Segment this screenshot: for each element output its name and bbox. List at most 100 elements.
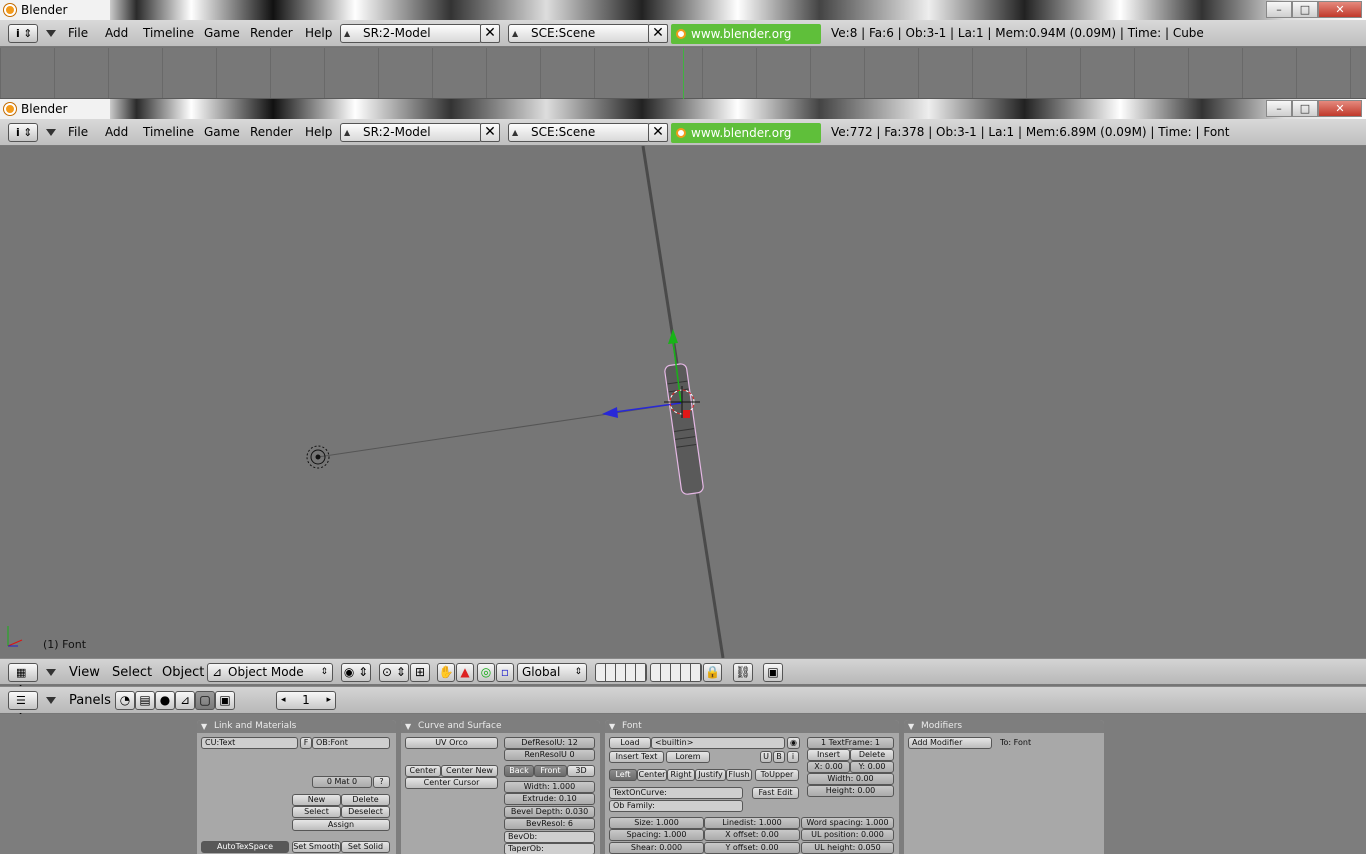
menu-render[interactable]: Render — [250, 20, 293, 47]
scene-context-icon[interactable]: ▣ — [215, 691, 235, 710]
bold-toggle[interactable]: B — [773, 751, 785, 763]
collapse-menu-icon[interactable] — [46, 129, 56, 136]
material-help-button[interactable]: ? — [373, 776, 390, 788]
website-link[interactable]: www.blender.org 249.2 — [671, 24, 821, 61]
panels-menu[interactable]: Panels — [69, 687, 111, 714]
screen-selector[interactable]: ▲ SR:2-Model — [340, 123, 482, 142]
scene-selector[interactable]: ▲ SCE:Scene — [508, 24, 650, 43]
textoncurve-field[interactable]: TextOnCurve: — [609, 787, 743, 799]
frame-x-field[interactable]: X: 0.00 — [807, 761, 850, 773]
menu-file[interactable]: File — [68, 119, 88, 146]
align-right-toggle[interactable]: Right — [667, 769, 695, 781]
italic-toggle[interactable]: i — [787, 751, 799, 763]
collapse-menu-icon[interactable] — [46, 697, 56, 704]
bevel-depth-field[interactable]: Bevel Depth: 0.030 — [504, 806, 595, 818]
panel-header[interactable]: Curve and Surface — [401, 720, 600, 733]
word-spacing-field[interactable]: Word spacing: 1.000 — [801, 817, 894, 829]
render-icon[interactable]: ▣ — [763, 663, 783, 682]
extrude-field[interactable]: Extrude: 0.10 — [504, 793, 595, 805]
menu-object[interactable]: Object — [162, 659, 204, 686]
delete-material-button[interactable]: Delete — [341, 794, 390, 806]
object-name-field[interactable]: OB:Font — [312, 737, 390, 749]
align-flush-toggle[interactable]: Flush — [726, 769, 752, 781]
load-font-button[interactable]: Load — [609, 737, 651, 749]
new-material-button[interactable]: New — [292, 794, 341, 806]
toupper-button[interactable]: ToUpper — [755, 769, 799, 781]
ob-family-field[interactable]: Ob Family: — [609, 800, 743, 812]
editor-type-button[interactable]: ▦ ⇕ — [8, 663, 38, 696]
draw-type-selector[interactable]: ◉ ⇕ — [341, 663, 371, 682]
delete-scene-button[interactable]: ✕ — [648, 24, 668, 43]
textframe-field[interactable]: 1 TextFrame: 1 — [807, 737, 894, 749]
x-offset-field[interactable]: X offset: 0.00 — [704, 829, 800, 841]
editing-context-icon[interactable]: ▢ — [195, 691, 215, 710]
layer-buttons-1[interactable] — [595, 663, 647, 682]
object-context-icon[interactable]: ⊿ — [175, 691, 195, 710]
renresolu-field[interactable]: RenResolU 0 — [504, 749, 595, 761]
align-left-toggle[interactable]: Left — [609, 769, 637, 781]
align-justify-toggle[interactable]: Justify — [695, 769, 726, 781]
logic-context-icon[interactable]: ◔ — [115, 691, 135, 710]
underline-toggle[interactable]: U — [760, 751, 772, 763]
font-browse-icon[interactable]: ◉ — [787, 737, 800, 749]
defresolu-field[interactable]: DefResolU: 12 — [504, 737, 595, 749]
menu-add[interactable]: Add — [105, 119, 128, 146]
minimize-button[interactable]: – — [1266, 100, 1292, 117]
layer-buttons-2[interactable] — [650, 663, 702, 682]
set-solid-button[interactable]: Set Solid — [341, 841, 390, 853]
set-smooth-button[interactable]: Set Smooth — [292, 841, 341, 853]
ul-height-field[interactable]: UL height: 0.050 — [801, 842, 894, 854]
select-material-button[interactable]: Select — [292, 806, 341, 818]
editor-type-button[interactable]: ☰ ⇕ — [8, 691, 38, 724]
menu-game[interactable]: Game — [204, 20, 240, 47]
collapse-menu-icon[interactable] — [46, 30, 56, 37]
scale-manipulator-icon[interactable]: ▫ — [496, 663, 514, 682]
panel-header[interactable]: Modifiers — [904, 720, 1104, 733]
bevresol-field[interactable]: BevResol: 6 — [504, 818, 595, 830]
timeline-area[interactable] — [0, 48, 1366, 99]
layer-lock-icon[interactable]: ⊞ — [410, 663, 430, 682]
editor-type-button[interactable]: i ⇕ — [8, 24, 38, 43]
insert-text-button[interactable]: Insert Text — [609, 751, 664, 763]
orientation-selector[interactable]: Global ⇕ — [517, 663, 587, 682]
delete-screen-button[interactable]: ✕ — [480, 24, 500, 43]
deselect-material-button[interactable]: Deselect — [341, 806, 390, 818]
back-toggle[interactable]: Back — [504, 765, 534, 777]
size-field[interactable]: Size: 1.000 — [609, 817, 704, 829]
autotexspace-toggle[interactable]: AutoTexSpace — [201, 841, 289, 853]
minimize-button[interactable]: – — [1266, 1, 1292, 18]
script-context-icon[interactable]: ▤ — [135, 691, 155, 710]
shading-context-icon[interactable]: ● — [155, 691, 175, 710]
link-icon[interactable]: ⛓ — [733, 663, 753, 682]
close-button[interactable]: ✕ — [1318, 1, 1362, 18]
delete-screen-button[interactable]: ✕ — [480, 123, 500, 142]
frame-width-field[interactable]: Width: 0.00 — [807, 773, 894, 785]
shear-field[interactable]: Shear: 0.000 — [609, 842, 704, 854]
website-link[interactable]: www.blender.org 249.2 — [671, 123, 821, 160]
panel-header[interactable]: Font — [605, 720, 899, 733]
fast-edit-toggle[interactable]: Fast Edit — [752, 787, 799, 799]
menu-game[interactable]: Game — [204, 119, 240, 146]
ul-position-field[interactable]: UL position: 0.000 — [801, 829, 894, 841]
menu-help[interactable]: Help — [305, 20, 332, 47]
collapse-menu-icon[interactable] — [46, 669, 56, 676]
font-selector[interactable]: <builtin> — [651, 737, 785, 749]
width-field[interactable]: Width: 1.000 — [504, 781, 595, 793]
3d-viewport[interactable]: (1) Font — [0, 146, 1366, 658]
spacing-field[interactable]: Spacing: 1.000 — [609, 829, 704, 841]
taperob-field[interactable]: TaperOb: — [504, 843, 595, 854]
panel-header[interactable]: Link and Materials — [197, 720, 396, 733]
pivot-selector[interactable]: ⊙ ⇕ — [379, 663, 409, 682]
add-modifier-button[interactable]: Add Modifier — [908, 737, 992, 749]
front-toggle[interactable]: Front — [534, 765, 567, 777]
uv-orco-button[interactable]: UV Orco — [405, 737, 498, 749]
assign-material-button[interactable]: Assign — [292, 819, 390, 831]
3d-toggle[interactable]: 3D — [567, 765, 595, 777]
center-button[interactable]: Center — [405, 765, 441, 777]
maximize-button[interactable]: □ — [1292, 100, 1318, 117]
material-index-field[interactable]: 0 Mat 0 — [312, 776, 372, 788]
frame-height-field[interactable]: Height: 0.00 — [807, 785, 894, 797]
menu-file[interactable]: File — [68, 20, 88, 47]
curve-datablock-field[interactable]: CU:Text — [201, 737, 298, 749]
menu-help[interactable]: Help — [305, 119, 332, 146]
